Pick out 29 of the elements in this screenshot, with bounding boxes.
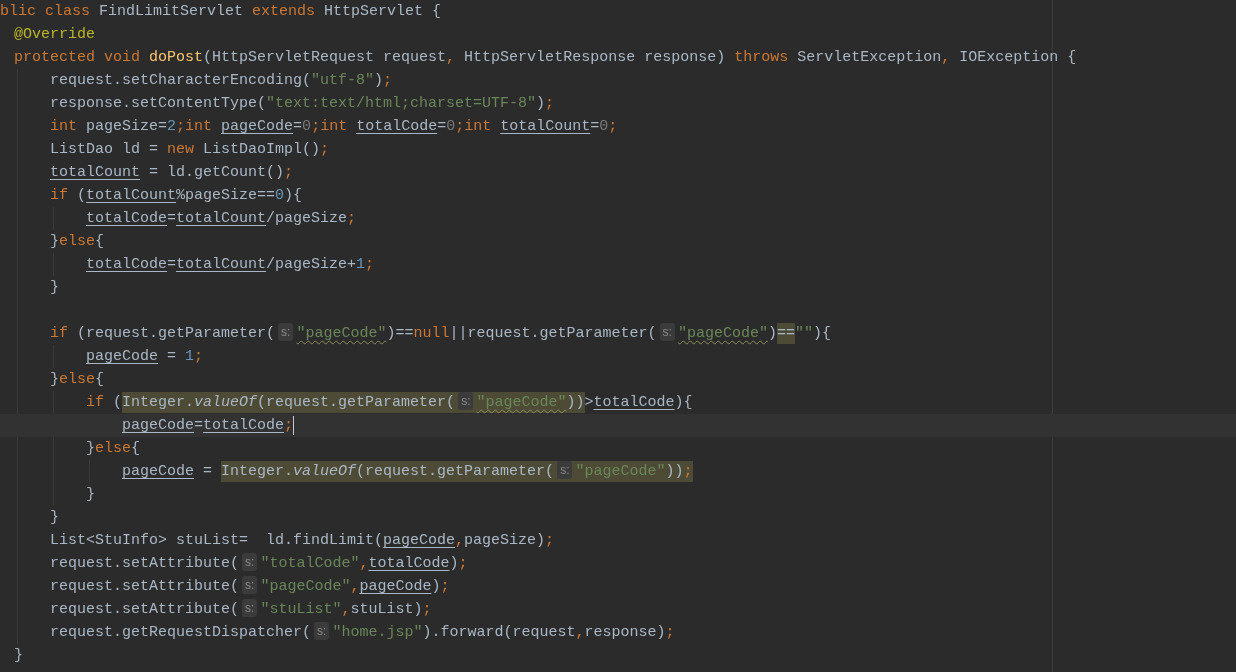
- code-line: }: [50, 509, 59, 526]
- code-line: pageCode=totalCode;: [122, 417, 294, 434]
- code-line: }else{: [50, 371, 105, 388]
- code-line: totalCode=totalCount/pageSize;: [86, 210, 357, 227]
- code-line: protected void doPost(HttpServletRequest request, HttpServletResponse response) throws ServletException, IOException {: [14, 49, 1077, 66]
- code-line: List<StuInfo> stuList= ld.findLimit(pageCode,pageSize);: [50, 532, 555, 549]
- code-line: request.setAttribute( s: "totalCode",totalCode);: [50, 555, 468, 572]
- code-line: int pageSize=2;int pageCode=0;int totalCode=0;int totalCount=0;: [50, 118, 618, 135]
- code-line: @Override: [14, 26, 95, 43]
- code-line: pageCode = 1;: [86, 348, 204, 365]
- code-line: if (totalCount%pageSize==0){: [50, 187, 303, 204]
- code-line: }else{: [50, 233, 105, 250]
- code-line: }: [14, 647, 23, 664]
- code-line: }: [50, 279, 59, 296]
- code-line: if (Integer.valueOf(request.getParameter( s: "pageCode"))>totalCode){: [86, 392, 693, 413]
- code-line: blic class FindLimitServlet extends HttpServlet {: [0, 3, 442, 20]
- code-line: }else{: [86, 440, 141, 457]
- code-line: response.setContentType("text:text/html;charset=UTF-8");: [50, 95, 555, 112]
- code-line: request.setCharacterEncoding("utf-8");: [50, 72, 393, 89]
- code-line: totalCount = ld.getCount();: [50, 164, 294, 181]
- code-line: request.getRequestDispatcher( s: "home.jsp").forward(request,response);: [50, 624, 675, 641]
- code-line: request.setAttribute( s: "pageCode",pageCode);: [50, 578, 450, 595]
- code-line: request.setAttribute( s: "stuList",stuList);: [50, 601, 432, 618]
- code-line: ListDao ld = new ListDaoImpl();: [50, 141, 330, 158]
- code-line: }: [86, 486, 95, 503]
- text-cursor: [293, 415, 295, 435]
- code-line: if (request.getParameter( s: "pageCode")==null||request.getParameter( s: "pageCode")==""){: [50, 325, 831, 342]
- code-line: totalCode=totalCount/pageSize+1;: [86, 256, 375, 273]
- code-line: pageCode = Integer.valueOf(request.getParameter( s: "pageCode"));: [122, 461, 693, 482]
